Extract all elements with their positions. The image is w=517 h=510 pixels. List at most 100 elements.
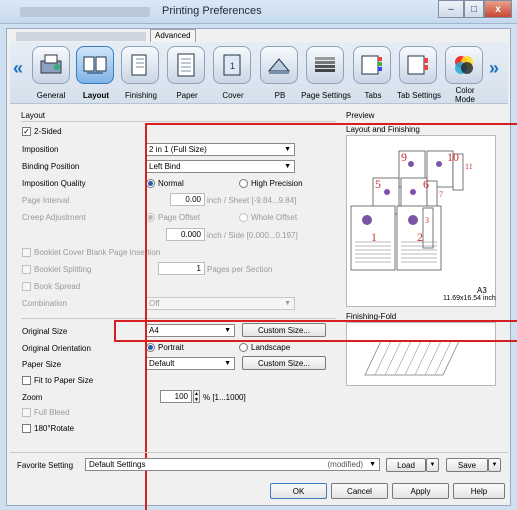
apply-button[interactable]: Apply xyxy=(392,483,449,499)
combination-select[interactable]: Off ▼ xyxy=(145,297,295,310)
preview-page-number: 10 xyxy=(447,150,459,164)
tab-settings-icon[interactable] xyxy=(399,46,437,84)
preview-page-number: 1 xyxy=(371,230,377,244)
orientation-landscape-radio[interactable] xyxy=(239,343,248,352)
svg-text:1: 1 xyxy=(230,61,235,71)
tabs-icon[interactable] xyxy=(353,46,391,84)
chevron-down-icon: ▼ xyxy=(369,461,376,468)
maximize-button[interactable]: □ xyxy=(464,0,484,18)
toolbar-label-color-mode: Color Mode xyxy=(454,86,475,104)
zoom-label: Zoom xyxy=(22,393,43,402)
minimize-button[interactable]: – xyxy=(438,0,464,18)
full-bleed-label: Full Bleed xyxy=(34,408,70,417)
load-dropdown-icon[interactable]: ▼ xyxy=(426,458,439,472)
preview-paper-dims: 11.69x16.54 inch xyxy=(443,295,496,302)
cover-icon[interactable]: 1 xyxy=(213,46,251,84)
footer-divider xyxy=(10,452,508,453)
orientation-portrait-radio[interactable] xyxy=(146,343,155,352)
highlight-line-original-top xyxy=(114,320,517,322)
layout-section-title: Layout xyxy=(21,111,46,120)
binding-position-select[interactable]: Left Bind ▼ xyxy=(145,160,295,173)
highlight-line-original-bottom xyxy=(114,340,517,342)
ok-button[interactable]: OK xyxy=(270,483,327,499)
paper-icon[interactable] xyxy=(167,46,205,84)
pb-icon[interactable] xyxy=(260,46,298,84)
chevron-down-icon: ▼ xyxy=(284,163,291,170)
creep-whole-offset-radio[interactable] xyxy=(239,213,248,222)
toolbar-label-tab-settings: Tab Settings xyxy=(396,91,442,100)
creep-page-offset-label: Page Offset xyxy=(158,213,201,222)
quality-normal-label: Normal xyxy=(158,179,184,188)
original-size-select[interactable]: A4 ▼ xyxy=(145,324,235,337)
color-mode-icon[interactable] xyxy=(445,46,483,84)
fit-to-paper-checkbox[interactable] xyxy=(22,376,31,385)
toolbar-label-pb: PB xyxy=(274,91,286,100)
save-button[interactable]: Save xyxy=(446,458,488,472)
quality-high-radio[interactable] xyxy=(239,179,248,188)
scroll-left-icon[interactable]: « xyxy=(13,58,23,79)
creep-value-input[interactable]: 0.000 xyxy=(166,228,205,241)
chevron-down-icon: ▼ xyxy=(224,360,231,367)
original-size-value: A4 xyxy=(149,326,159,335)
tab-strip-blurred xyxy=(16,32,146,41)
imposition-quality-label: Imposition Quality xyxy=(22,179,86,188)
general-icon[interactable] xyxy=(32,46,70,84)
paper-custom-size-button[interactable]: Custom Size... xyxy=(242,356,326,370)
save-dropdown-icon[interactable]: ▼ xyxy=(488,458,501,472)
original-divider xyxy=(21,318,336,319)
help-button[interactable]: Help xyxy=(453,483,505,499)
two-sided-label: 2-Sided xyxy=(34,127,62,136)
quality-normal-radio[interactable] xyxy=(146,179,155,188)
booklet-splitting-checkbox[interactable] xyxy=(22,265,31,274)
two-sided-checkbox[interactable]: ✓ xyxy=(22,127,31,136)
preview-page-number: 9 xyxy=(401,150,407,164)
toolbar-label-page-settings: Page Settings xyxy=(301,91,351,100)
layout-icon[interactable] xyxy=(76,46,114,84)
fit-to-paper-label: Fit to Paper Size xyxy=(34,376,94,385)
page-interval-unit: inch / Sheet [-9.84...9.84] xyxy=(207,196,297,205)
paper-size-label: Paper Size xyxy=(22,360,62,369)
rotate-180-label: 180°Rotate xyxy=(34,424,75,433)
orientation-landscape-label: Landscape xyxy=(251,343,291,352)
zoom-input[interactable]: 100 xyxy=(160,390,192,403)
paper-size-select[interactable]: Default ▼ xyxy=(145,357,235,370)
full-bleed-checkbox[interactable] xyxy=(22,408,31,417)
toolbar-label-tabs: Tabs xyxy=(364,91,382,100)
pages-per-section-input[interactable]: 1 xyxy=(158,262,205,275)
preview-paper-name: A3 xyxy=(477,286,487,295)
preview-section-title: Preview xyxy=(346,111,375,120)
page-settings-icon[interactable] xyxy=(306,46,344,84)
preview-page-number: 2 xyxy=(417,230,423,244)
book-spread-checkbox[interactable] xyxy=(22,282,31,291)
close-button[interactable]: x xyxy=(484,0,512,18)
favorite-setting-select[interactable]: Default Settings (modified) ▼ xyxy=(85,458,380,471)
toolbar-label-paper: Paper xyxy=(176,91,198,100)
finishing-icon[interactable] xyxy=(121,46,159,84)
booklet-cover-checkbox[interactable] xyxy=(22,248,31,257)
toolbar-label-layout: Layout xyxy=(82,91,110,100)
load-button[interactable]: Load xyxy=(386,458,426,472)
cancel-button[interactable]: Cancel xyxy=(331,483,388,499)
orientation-portrait-label: Portrait xyxy=(158,343,184,352)
tab-advanced[interactable]: Advanced xyxy=(150,29,196,43)
highlight-line-top xyxy=(145,123,517,125)
imposition-select[interactable]: 2 in 1 (Full Size) ▼ xyxy=(145,143,295,156)
toolbar-label-cover: Cover xyxy=(222,91,244,100)
paper-size-value: Default xyxy=(149,359,175,368)
zoom-spinner[interactable]: ▲ ▼ xyxy=(193,390,200,403)
toolbar-label-finishing: Finishing xyxy=(124,91,157,100)
binding-position-label: Binding Position xyxy=(22,162,80,171)
original-custom-size-button[interactable]: Custom Size... xyxy=(242,323,326,337)
favorite-setting-value: Default Settings xyxy=(89,460,146,469)
imposition-value: 2 in 1 (Full Size) xyxy=(149,145,207,154)
preview-page-number: 11 xyxy=(465,162,473,171)
imposition-label: Imposition xyxy=(22,145,59,154)
creep-unit: inch / Side [0.000...0.197] xyxy=(207,231,298,240)
finishing-fold-preview-box xyxy=(346,322,496,386)
layout-preview-box: 9 10 5 6 1 2 11 7 3 A3 11.69x16.54 inch xyxy=(346,135,496,307)
highlight-line-original-left xyxy=(114,320,116,342)
rotate-180-checkbox[interactable] xyxy=(22,424,31,433)
creep-page-offset-radio[interactable] xyxy=(146,213,155,222)
scroll-right-icon[interactable]: » xyxy=(489,58,499,79)
page-interval-input[interactable]: 0.00 xyxy=(170,193,205,206)
